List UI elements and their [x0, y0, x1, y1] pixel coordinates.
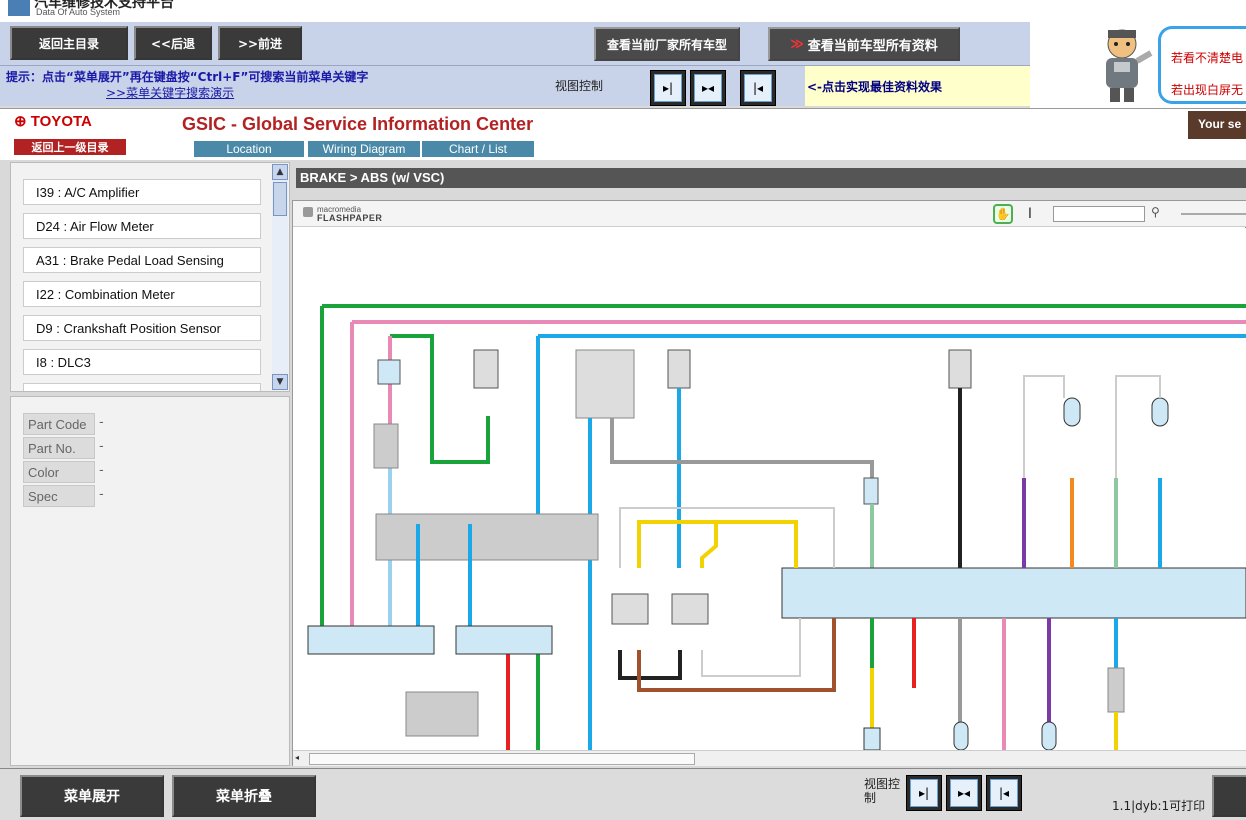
view-center-button[interactable]: ▸◂ [690, 70, 726, 106]
part-code-label: Part Code [23, 413, 95, 435]
bottom-view-center-button[interactable]: ▸◂ [946, 775, 982, 811]
scroll-down-icon[interactable]: ▼ [272, 374, 288, 390]
tab-location[interactable]: Location [194, 141, 304, 157]
mechanic-mascot-icon [1106, 29, 1153, 102]
spec-label: Spec [23, 485, 95, 507]
part-info-panel: Part Code - Part No. - Color - Spec - [10, 396, 290, 766]
double-arrow-icon: ≫ [790, 36, 804, 52]
search-demo-link[interactable]: >>菜单关键字搜索演示 [106, 84, 234, 101]
tab-wiring-diagram[interactable]: Wiring Diagram [308, 141, 420, 157]
color-label: Color [23, 461, 95, 483]
best-effect-hint: <-点击实现最佳资料效果 [807, 80, 943, 94]
part-no-label: Part No. [23, 437, 95, 459]
menu-collapse-button[interactable]: 菜单折叠 [172, 775, 316, 817]
scroll-thumb[interactable] [273, 182, 287, 216]
breadcrumb: BRAKE > ABS (w/ VSC) [296, 168, 1246, 188]
notice-box: 若看不清楚电 若出现白屏无 [1158, 26, 1246, 104]
page-info: 1.1|dyb:1可打印 [1112, 799, 1206, 813]
component-list: I39 : A/C Amplifier D24 : Air Flow Meter… [10, 162, 290, 392]
notice-line-1: 若看不清楚电 [1171, 51, 1244, 65]
view-collapse-button[interactable]: |◂ [740, 70, 776, 106]
viewer-search-input[interactable] [1053, 206, 1145, 222]
back-button[interactable]: <<后退 [134, 26, 212, 60]
search-icon[interactable]: ⚲ [1151, 205, 1167, 221]
view-expand-button[interactable]: ▸| [650, 70, 686, 106]
view-control-label: 视图控制 [555, 79, 604, 93]
menu-expand-button[interactable]: 菜单展开 [20, 775, 164, 817]
list-item[interactable]: A31 : Brake Pedal Load Sensing [23, 247, 261, 273]
viewer-horizontal-scrollbar[interactable]: ◂ [293, 750, 1246, 766]
scroll-left-icon[interactable]: ◂ [295, 753, 307, 765]
app-title-bar: 汽车维修技术支持平台 Data Of Auto System [0, 0, 1246, 22]
hint-bar: 提示：点击“菜单展开”再在键盘按“Ctrl+F”可搜索当前菜单关键字 >>菜单关… [0, 66, 805, 106]
app-subtitle: Data Of Auto System [36, 7, 121, 17]
forward-button[interactable]: >>前进 [218, 26, 302, 60]
list-item[interactable]: I22 : Combination Meter [23, 281, 261, 307]
wiring-diagram [294, 228, 1246, 750]
viewer-brand: FLASHPAPER [317, 213, 383, 223]
spec-value: - [99, 487, 104, 502]
notice-line-2: 若出现白屏无 [1171, 83, 1244, 97]
arrow-left-icon: |◂ [990, 779, 1018, 807]
component-list-scrollbar[interactable]: ▲ ▼ [272, 164, 288, 390]
home-button[interactable]: 返回主目录 [10, 26, 128, 60]
all-docs-label: 查看当前车型所有资料 [807, 38, 938, 54]
bottom-view-control-label: 视图控制 [864, 777, 901, 805]
arrows-inward-icon: ▸◂ [694, 74, 722, 102]
all-docs-button[interactable]: ≫ 查看当前车型所有资料 [768, 27, 960, 61]
viewer-toolbar: macromedia FLASHPAPER ✋ I ⚲ [293, 201, 1246, 227]
arrow-right-icon: ▸| [654, 74, 682, 102]
hand-tool-icon[interactable]: ✋ [993, 204, 1013, 224]
arrows-inward-icon: ▸◂ [950, 779, 978, 807]
list-item[interactable]: D9 : Crankshaft Position Sensor [23, 315, 261, 341]
color-value: - [99, 463, 104, 478]
back-level-button[interactable]: 返回上一级目录 [14, 139, 126, 155]
toyota-emblem-icon: ⊕ [14, 113, 27, 130]
arrow-right-icon: ▸| [910, 779, 938, 807]
list-item[interactable]: I8 : DLC3 [23, 349, 261, 375]
flashpaper-logo-icon [303, 207, 313, 217]
your-service-button[interactable]: Your se [1188, 111, 1246, 139]
zoom-slider[interactable] [1181, 213, 1246, 215]
top-nav-bar: 返回主目录 <<后退 >>前进 查看当前厂家所有车型 ≫ 查看当前车型所有资料 [0, 22, 1030, 66]
list-item[interactable]: I39 : A/C Amplifier [23, 179, 261, 205]
app-logo-icon [8, 0, 30, 16]
toyota-brand: TOYOTA [30, 113, 92, 130]
all-models-button[interactable]: 查看当前厂家所有车型 [594, 27, 740, 61]
part-code-value: - [99, 415, 104, 430]
scroll-thumb-horizontal[interactable] [309, 753, 695, 765]
search-hint: 提示：点击“菜单展开”再在键盘按“Ctrl+F”可搜索当前菜单关键字 [6, 70, 369, 84]
list-item[interactable] [23, 383, 261, 391]
part-no-value: - [99, 439, 104, 454]
bottom-view-expand-button[interactable]: ▸| [906, 775, 942, 811]
gsic-header: ⊕ TOYOTA GSIC - Global Service Informati… [0, 108, 1246, 160]
bottom-bar: 菜单展开 菜单折叠 视图控制 ▸| ▸◂ |◂ 1.1|dyb:1可打印 [0, 768, 1246, 820]
bottom-right-button[interactable] [1212, 775, 1246, 817]
bottom-view-collapse-button[interactable]: |◂ [986, 775, 1022, 811]
toyota-logo: ⊕ TOYOTA [14, 112, 92, 130]
arrow-left-icon: |◂ [744, 74, 772, 102]
tab-chart-list[interactable]: Chart / List [422, 141, 534, 157]
scroll-up-icon[interactable]: ▲ [272, 164, 288, 180]
text-select-icon[interactable]: I [1023, 204, 1037, 224]
page-title: GSIC - Global Service Information Center [182, 114, 534, 134]
list-item[interactable]: D24 : Air Flow Meter [23, 213, 261, 239]
